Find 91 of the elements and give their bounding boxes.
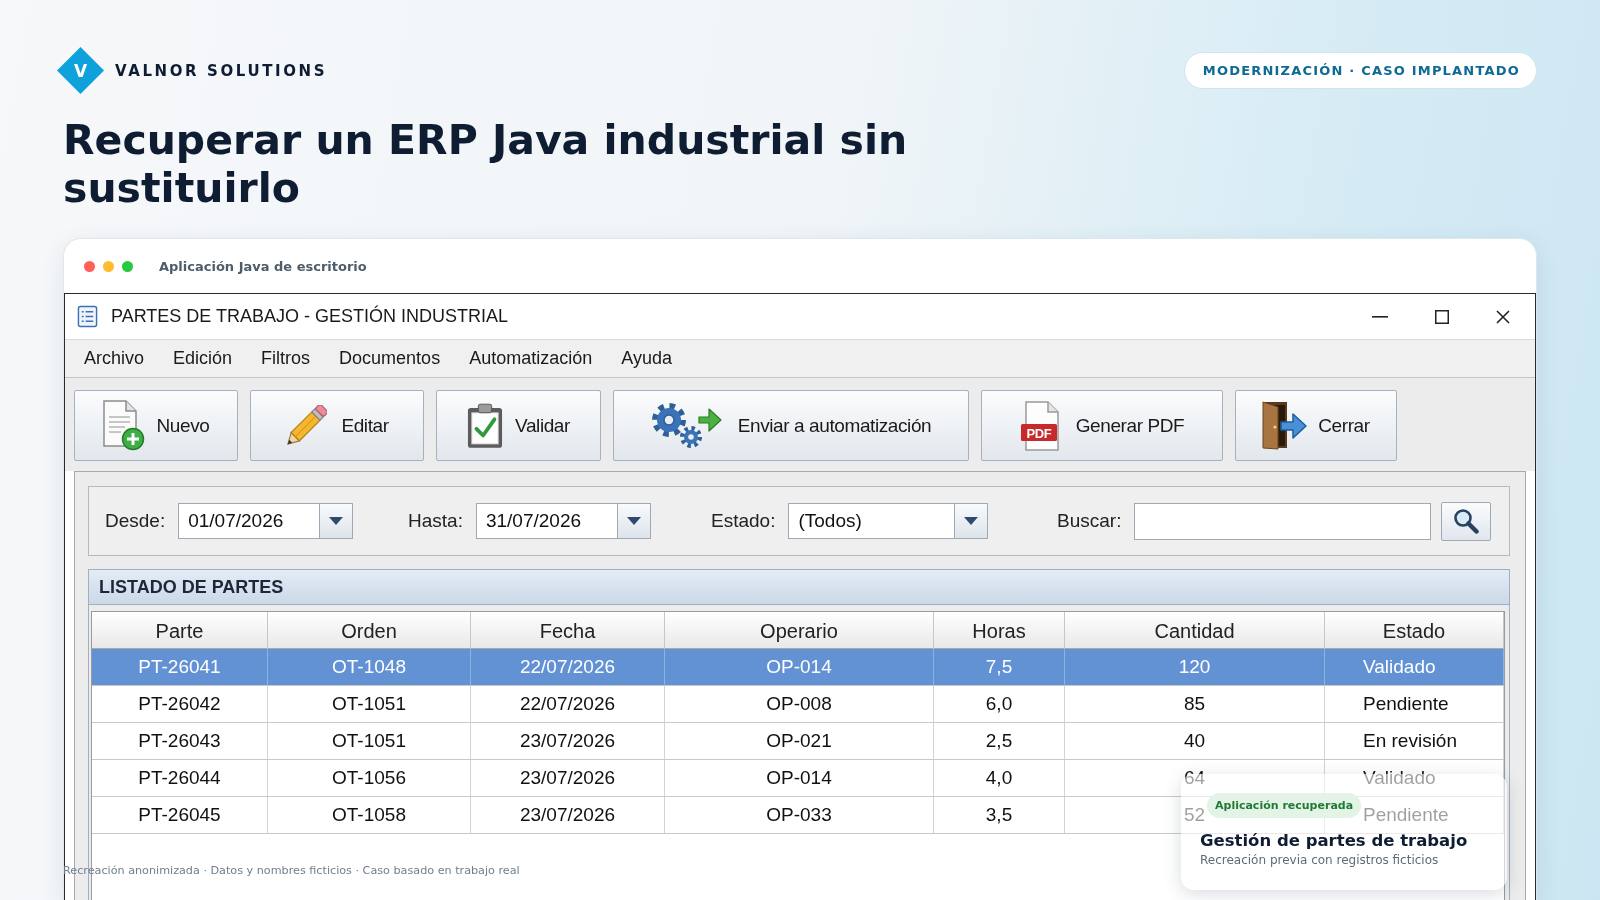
table-row[interactable]: PT-26042 OT-1051 22/07/2026 OP-008 6,0 85 Pendiente <box>92 686 1504 723</box>
table-cell: 4,0 <box>934 760 1065 796</box>
table-cell: 22/07/2026 <box>471 686 665 722</box>
table-cell: PT-26041 <box>92 649 268 685</box>
menu-item[interactable]: Edición <box>173 348 233 369</box>
window-dot-icon[interactable] <box>84 260 95 272</box>
filter-label: Desde: <box>105 510 166 532</box>
column-header[interactable]: Fecha <box>471 612 665 649</box>
door-arrow-icon <box>1262 401 1309 450</box>
minimize-icon[interactable] <box>1372 315 1388 318</box>
table-cell: PT-26043 <box>92 723 268 759</box>
column-header[interactable]: Horas <box>934 612 1065 649</box>
table-cell: Pendiente <box>1325 686 1504 722</box>
toolbar-button[interactable]: Editar <box>250 390 424 461</box>
table-cell: 40 <box>1065 723 1325 759</box>
menu-item[interactable]: Archivo <box>84 348 145 369</box>
table-cell: PT-26045 <box>92 797 268 833</box>
notification-subtitle: Recreación previa con registros ficticios <box>1200 853 1440 867</box>
search-icon <box>1453 508 1479 534</box>
table-row[interactable]: PT-26044 OT-1056 23/07/2026 OP-014 4,0 64 Validado <box>92 760 1504 797</box>
menu-item[interactable]: Ayuda <box>621 348 672 369</box>
clipboard-check-icon <box>467 402 504 449</box>
toolbar-button[interactable]: PDF Generar PDF <box>981 390 1223 461</box>
page-headline: Recuperar un ERP Java industrial sin sustituirlo <box>63 116 909 212</box>
table-cell: OT-1056 <box>268 760 471 796</box>
table-cell: 22/07/2026 <box>471 649 665 685</box>
menu-item[interactable]: Automatización <box>469 348 593 369</box>
toolbar-button[interactable]: Validar <box>436 390 601 461</box>
dropdown-button[interactable] <box>320 503 354 539</box>
list-document-icon <box>77 305 98 328</box>
table-cell: 120 <box>1065 649 1325 685</box>
menu-item[interactable]: Documentos <box>339 348 441 369</box>
search-field[interactable] <box>1134 502 1431 540</box>
frame-caption: Aplicación Java de escritorio <box>159 258 367 274</box>
close-icon[interactable] <box>1496 309 1510 324</box>
dropdown-button[interactable] <box>617 503 651 539</box>
toolbar-button[interactable]: Nuevo <box>74 390 238 461</box>
filter-label: Estado: <box>711 510 776 532</box>
menu-item[interactable]: Filtros <box>261 348 311 369</box>
table-cell: OT-1051 <box>268 723 471 759</box>
search-button[interactable] <box>1441 501 1491 541</box>
table-cell: 2,5 <box>934 723 1065 759</box>
table-cell: OT-1051 <box>268 686 471 722</box>
table-cell: 23/07/2026 <box>471 797 665 833</box>
table-cell: OP-033 <box>665 797 934 833</box>
table-cell: OT-1048 <box>268 649 471 685</box>
table-cell: 7,5 <box>934 649 1065 685</box>
column-header[interactable]: Estado <box>1325 612 1504 649</box>
list-title: LISTADO DE PARTES <box>89 570 1509 605</box>
caret-down-icon <box>329 517 344 525</box>
table-cell: 85 <box>1065 686 1325 722</box>
column-header[interactable]: Orden <box>268 612 471 649</box>
notification-title: Gestión de partes de trabajo <box>1200 831 1469 850</box>
table-cell: PT-26042 <box>92 686 268 722</box>
tag-pill: MODERNIZACIÓN · CASO IMPLANTADO <box>1183 52 1537 89</box>
dropdown-button[interactable] <box>955 503 989 539</box>
window-dot-icon[interactable] <box>122 260 133 272</box>
column-header[interactable]: Operario <box>665 612 934 649</box>
table-cell: Validado <box>1325 649 1504 685</box>
caret-down-icon <box>964 517 979 525</box>
table-cell: 23/07/2026 <box>471 723 665 759</box>
table-cell: OT-1058 <box>268 797 471 833</box>
logo-mark: V <box>57 47 104 94</box>
new-document-icon <box>102 400 145 451</box>
table-cell: OP-014 <box>665 649 934 685</box>
window-title: PARTES DE TRABAJO - GESTIÓN INDUSTRIAL <box>111 306 509 327</box>
table-cell: OP-008 <box>665 686 934 722</box>
table-row[interactable]: PT-26043 OT-1051 23/07/2026 OP-021 2,5 40 En revisión <box>92 723 1504 760</box>
gears-arrow-icon <box>650 402 722 449</box>
brand-name: VALNOR SOLUTIONS <box>115 61 328 80</box>
status-badge: Aplicación recuperada <box>1207 793 1362 818</box>
window-dot-icon[interactable] <box>103 260 114 272</box>
table-cell: 6,0 <box>934 686 1065 722</box>
table-cell: OP-014 <box>665 760 934 796</box>
table-cell: 3,5 <box>934 797 1065 833</box>
maximize-icon[interactable] <box>1435 309 1449 324</box>
date-field[interactable]: 01/07/2026 <box>178 503 321 539</box>
date-field[interactable]: 31/07/2026 <box>475 503 618 539</box>
caret-down-icon <box>626 517 641 525</box>
pencil-icon <box>285 404 328 447</box>
toolbar-button[interactable]: Cerrar <box>1235 390 1397 461</box>
table-cell: 23/07/2026 <box>471 760 665 796</box>
filter-label: Hasta: <box>408 510 463 532</box>
select-field[interactable]: (Todos) <box>788 503 956 539</box>
filter-label: Buscar: <box>1057 510 1122 532</box>
table-cell: En revisión <box>1325 723 1504 759</box>
table-cell: OP-021 <box>665 723 934 759</box>
column-header[interactable]: Parte <box>92 612 268 649</box>
column-header[interactable]: Cantidad <box>1065 612 1325 649</box>
toolbar-button[interactable]: Enviar a automatización <box>613 390 969 461</box>
table-cell: PT-26044 <box>92 760 268 796</box>
